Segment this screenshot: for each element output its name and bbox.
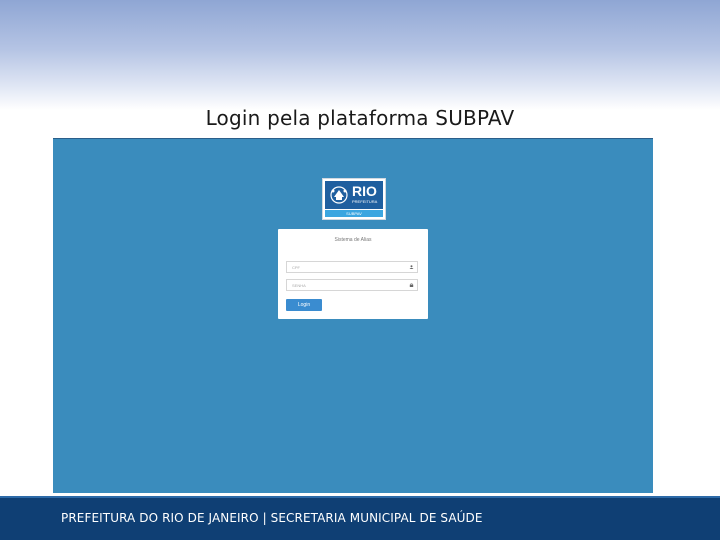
logo-prefeitura-text: PREFEITURA (352, 199, 378, 204)
logo-main-block: RIO PREFEITURA (325, 181, 383, 209)
rio-prefeitura-logo: RIO PREFEITURA SUBPAV (322, 178, 386, 220)
logo-subpav-strip: SUBPAV (325, 210, 383, 217)
logo-rio-text: RIO (352, 183, 377, 199)
senha-field (286, 279, 418, 291)
cpf-field (286, 261, 418, 273)
city-emblem-icon (330, 186, 348, 204)
footer-bar: PREFEITURA DO RIO DE JANEIRO | SECRETARI… (0, 496, 720, 540)
header-gradient (0, 0, 720, 110)
cpf-input[interactable] (287, 262, 412, 272)
login-page-screenshot: RIO PREFEITURA SUBPAV Sistema de Alias L… (53, 138, 653, 493)
user-icon (409, 265, 414, 269)
senha-input[interactable] (287, 280, 412, 290)
login-card-title: Sistema de Alias (334, 237, 372, 243)
footer-text: PREFEITURA DO RIO DE JANEIRO | SECRETARI… (61, 511, 483, 525)
lock-icon (409, 283, 414, 287)
login-card: Sistema de Alias Login (278, 229, 428, 319)
login-button[interactable]: Login (286, 299, 322, 311)
slide-title: Login pela plataforma SUBPAV (205, 106, 515, 130)
